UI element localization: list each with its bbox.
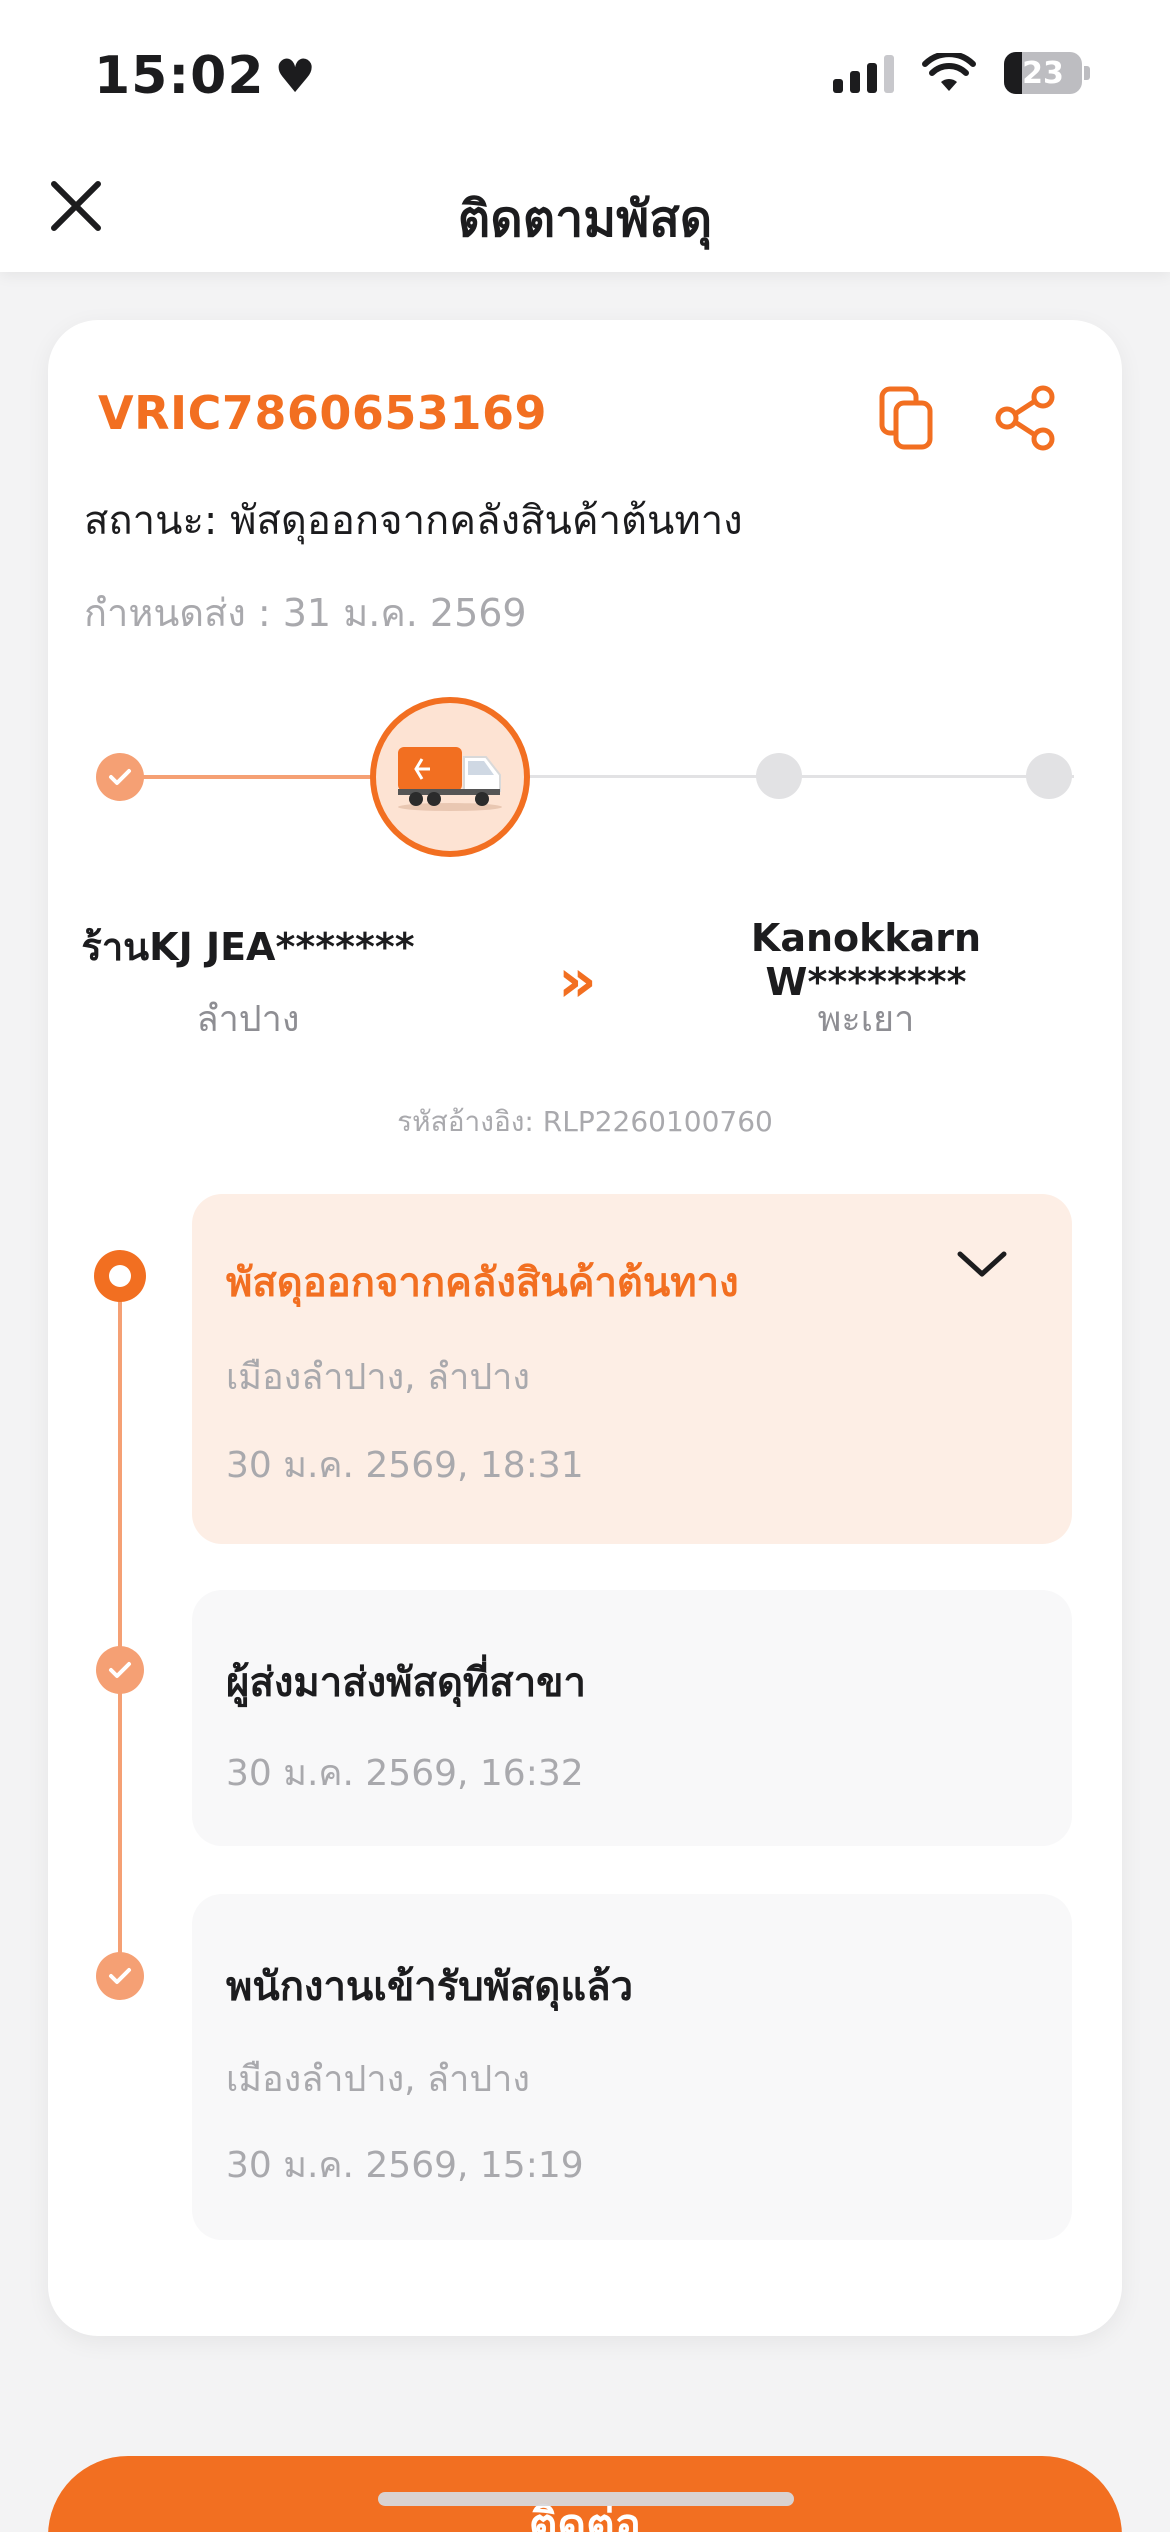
progress-step-in-transit [370,697,530,857]
page-title: ติดตามพัสดุ [457,190,713,248]
event-title: ผู้ส่งมาส่งพัสดุที่สาขา [226,1660,586,1706]
timeline-event: พนักงานเข้ารับพัสดุแล้ว เมืองลำปาง, ลำปา… [192,1894,1072,2240]
event-location: เมืองลำปาง, ลำปาง [226,1357,530,1398]
home-indicator[interactable] [378,2492,794,2506]
tracking-number: VRIC7860653169 [98,386,547,440]
check-icon [109,769,131,785]
reference-code: รหัสอ้างอิง: RLP2260100760 [397,1105,773,1138]
status-bar-time: 15:02 ♥ [94,46,317,106]
timeline-event: ผู้ส่งมาส่งพัสดุที่สาขา 30 ม.ค. 2569, 16… [192,1590,1072,1846]
progress-step-hub [756,753,802,799]
event-datetime: 30 ม.ค. 2569, 18:31 [226,1445,584,1486]
route-arrows-icon: » [558,946,597,1016]
event-datetime: 30 ม.ค. 2569, 15:19 [226,2145,584,2186]
event-title: พัสดุออกจากคลังสินค้าต้นทาง [226,1260,739,1306]
timeline-event[interactable]: พัสดุออกจากคลังสินค้าต้นทาง เมืองลำปาง, … [192,1194,1072,1544]
top-bar: 15:02 ♥ 23 ติดตามพัสดุ [0,0,1170,272]
progress-line-done [120,775,380,779]
event-location: เมืองลำปาง, ลำปาง [226,2059,530,2100]
heart-icon: ♥ [274,49,317,103]
due-date: กำหนดส่ง : 31 ม.ค. 2569 [84,591,527,635]
truck-icon [398,747,502,811]
expand-button[interactable] [952,1244,1012,1284]
battery-icon: 23 [1004,52,1082,94]
progress-step-delivered [1026,753,1072,799]
timeline-dot-current [94,1250,146,1302]
sender-name: ร้านKJ JEA******* [81,925,415,969]
status-time-text: 15:02 [94,46,265,106]
check-icon [109,1968,131,1984]
progress-step-picked-up [96,753,144,801]
timeline-line [118,1280,122,1980]
parcel-status: สถานะ: พัสดุออกจากคลังสินค้าต้นทาง [84,498,743,544]
copy-button[interactable] [868,378,948,458]
wifi-icon [922,53,976,91]
event-title: พนักงานเข้ารับพัสดุแล้ว [226,1964,634,2010]
check-icon [109,1662,131,1678]
share-button[interactable] [986,378,1066,458]
receiver-city: พะเยา [817,999,915,1040]
sender-city: ลำปาง [196,999,300,1040]
share-icon [995,385,1055,451]
battery-level: 23 [1022,55,1064,91]
timeline-dot-done [96,1952,144,2000]
copy-icon [879,386,933,450]
status-bar-indicators: 23 [833,52,1090,94]
event-datetime: 30 ม.ค. 2569, 16:32 [226,1753,584,1794]
tracking-card: VRIC7860653169 สถานะ: พัสดุออกจากคลังสิน… [48,320,1122,2336]
timeline-dot-done [96,1646,144,1694]
chevron-down-icon [957,1251,1007,1277]
cellular-signal-icon [833,53,894,93]
